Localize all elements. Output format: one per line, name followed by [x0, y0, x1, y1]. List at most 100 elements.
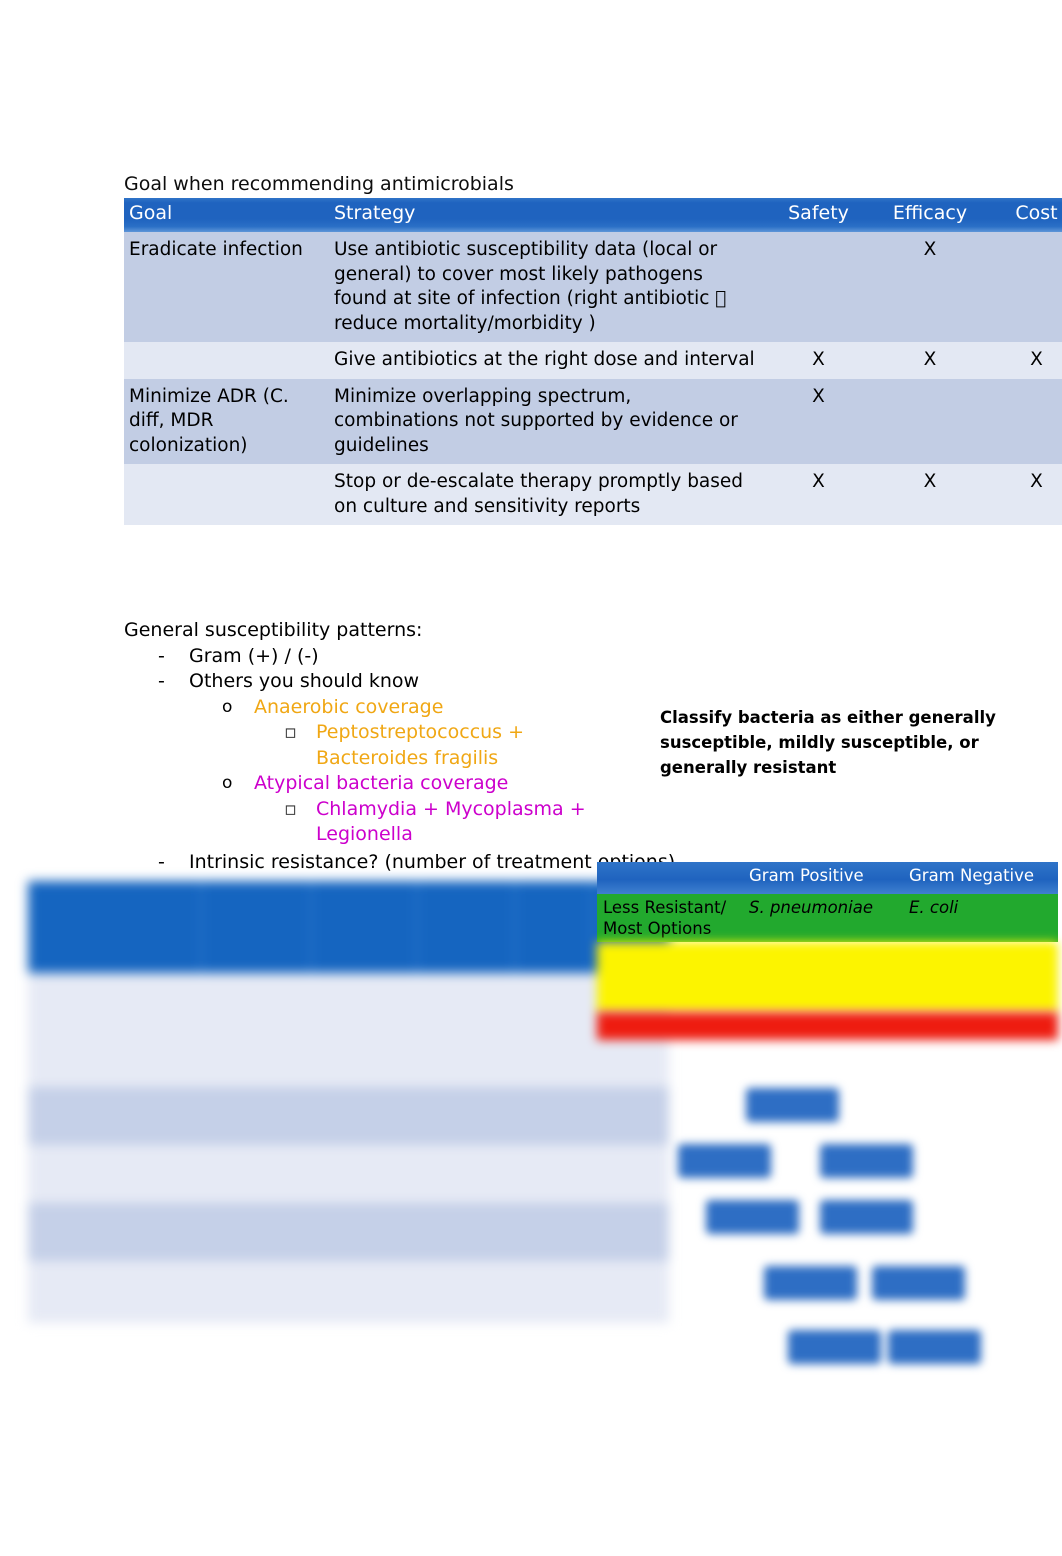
table-cell [311, 1029, 417, 1087]
cell-cost: X [990, 342, 1062, 379]
table-cell [201, 1029, 311, 1087]
flowchart-node [706, 1200, 799, 1234]
table-cell [591, 1203, 669, 1261]
table-row [28, 1145, 669, 1203]
table-cell [201, 973, 311, 1029]
table-cell [311, 973, 417, 1029]
table-cell [201, 1087, 311, 1145]
circle-bullet-icon: o [222, 773, 233, 793]
cell-cost: X [990, 464, 1062, 525]
table-row: Give antibiotics at the right dose and i… [124, 342, 1062, 379]
column-header-blank [597, 862, 743, 894]
table-cell [201, 1261, 311, 1323]
table-header-row: Goal Strategy Safety Efficacy Cost [124, 198, 1062, 232]
resistance-classification-table: Gram Positive Gram Negative Less Resista… [597, 862, 1058, 1040]
cell-efficacy: X [873, 342, 990, 379]
list-item: - Gram (+) / (-) [158, 644, 684, 670]
table-cell [515, 973, 591, 1029]
table-cell [28, 1145, 201, 1203]
dash-bullet-icon: - [158, 850, 165, 873]
list-item: ▫ Peptostreptococcus + Bacteroides fragi… [284, 720, 684, 771]
table-cell [311, 1261, 417, 1323]
list-item: o Atypical bacteria coverage [222, 771, 684, 797]
cell-strategy: Use antibiotic susceptibility data (loca… [329, 232, 767, 342]
table-cell [515, 1261, 591, 1323]
table-row [28, 973, 669, 1029]
table-cell [28, 973, 201, 1029]
list-item: ▫ Chlamydia + Mycoplasma + Legionella [284, 797, 684, 848]
table-cell [28, 1261, 201, 1323]
table-cell [201, 1145, 311, 1203]
cell-cost [990, 232, 1062, 342]
table-cell [311, 1087, 417, 1145]
flowchart-node [820, 1144, 913, 1178]
column-header-gram-negative: Gram Negative [903, 862, 1058, 894]
table-cell [515, 1145, 591, 1203]
cell-strategy: Minimize overlapping spectrum, combinati… [329, 378, 767, 464]
cell-resistance-level [597, 942, 743, 1012]
table-cell [201, 1203, 311, 1261]
column-header-safety: Safety [767, 198, 873, 232]
table-row-less-resistant: Less Resistant/ Most Options S. pneumoni… [597, 894, 1058, 942]
column-header [417, 881, 516, 973]
cell-strategy: Give antibiotics at the right dose and i… [329, 342, 767, 379]
list-item: - Others you should know [158, 669, 684, 695]
table-cell [417, 1203, 515, 1261]
cell-cost [990, 378, 1062, 464]
flowchart-node [678, 1144, 771, 1178]
cell-resistance-level: Less Resistant/ Most Options [597, 894, 743, 942]
cell-gram-negative: E. coli [903, 894, 1058, 942]
column-header [201, 881, 312, 973]
flowchart-node [820, 1200, 913, 1234]
column-header-goal: Goal [124, 198, 329, 232]
dash-bullet-icon: - [158, 670, 165, 692]
list-item-label: Others you should know [189, 670, 420, 692]
table-row [28, 1203, 669, 1261]
antibiotic-spectrum-table [28, 881, 670, 1323]
cell-efficacy [873, 378, 990, 464]
susceptibility-list: General susceptibility patterns: - Gram … [124, 618, 684, 875]
cell-gram-positive [743, 1012, 903, 1040]
dash-bullet-icon: - [158, 644, 165, 667]
table-cell [515, 1203, 591, 1261]
table-cell [515, 1087, 591, 1145]
callout-text: Classify bacteria as either generally su… [660, 708, 996, 777]
goal-strategy-table: Goal Strategy Safety Efficacy Cost Eradi… [124, 198, 1062, 525]
cell-gram-positive [743, 942, 903, 1012]
table-cell [28, 1029, 201, 1087]
column-header-strategy: Strategy [329, 198, 767, 232]
table-cell [28, 1203, 201, 1261]
table-cell [591, 1087, 669, 1145]
cell-efficacy: X [873, 464, 990, 525]
table-row: Minimize ADR (C. diff, MDR colonization)… [124, 378, 1062, 464]
antibiotic-flowchart [660, 1072, 1020, 1382]
flowchart-node [788, 1330, 881, 1364]
column-header-efficacy: Efficacy [873, 198, 990, 232]
cell-efficacy: X [873, 232, 990, 342]
square-bullet-icon: ▫ [284, 721, 297, 743]
table-row: Eradicate infection Use antibiotic susce… [124, 232, 1062, 342]
column-header [515, 881, 592, 973]
cell-gram-negative [903, 942, 1058, 1012]
cell-gram-positive: S. pneumoniae [743, 894, 903, 942]
cell-safety: X [767, 342, 873, 379]
list-item-label: Gram (+) / (-) [189, 644, 319, 667]
table-cell [417, 1087, 515, 1145]
cell-goal [124, 464, 329, 525]
cell-safety: X [767, 464, 873, 525]
table-cell [591, 1145, 669, 1203]
table-header-row: Gram Positive Gram Negative [597, 862, 1058, 894]
list-item: o Anaerobic coverage [222, 695, 684, 721]
list-item-detail-atypical: Chlamydia + Mycoplasma + Legionella [316, 797, 586, 846]
flowchart-node [888, 1330, 981, 1364]
circle-bullet-icon: o [222, 696, 233, 717]
flowchart-node [746, 1088, 839, 1122]
flowchart-node [872, 1266, 965, 1300]
table-row [28, 1087, 669, 1145]
table-header-row [28, 881, 670, 973]
table-row: Stop or de-escalate therapy promptly bas… [124, 464, 1062, 525]
cell-resistance-level [597, 1012, 743, 1040]
list-heading: General susceptibility patterns: [124, 619, 423, 641]
table-cell [311, 1203, 417, 1261]
list-item-detail-anaerobic: Peptostreptococcus + Bacteroides fragili… [316, 721, 525, 769]
